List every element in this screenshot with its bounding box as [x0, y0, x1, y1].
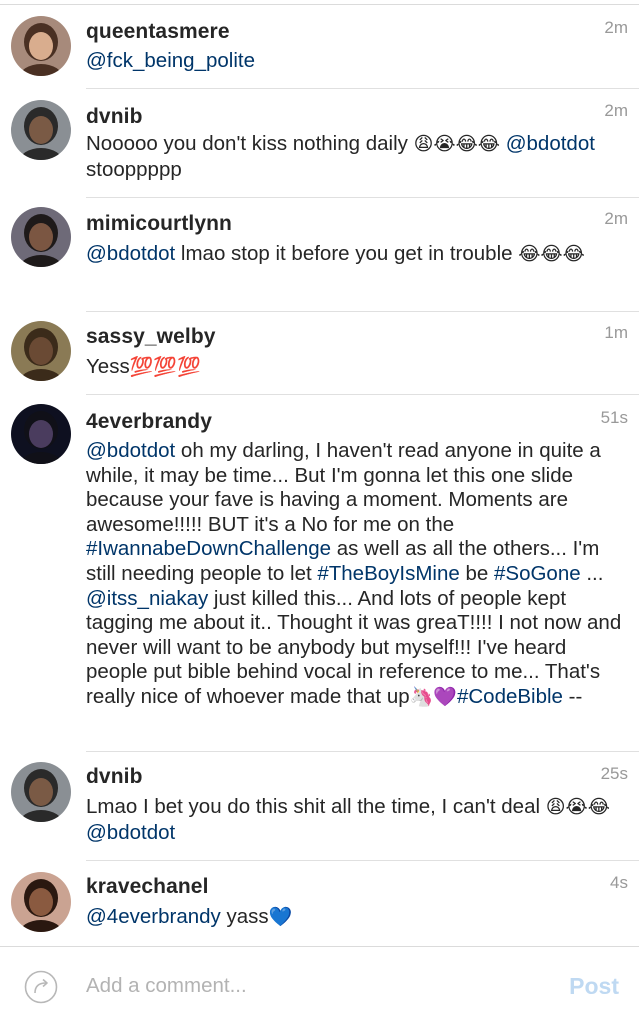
comment-text: Lmao I bet you do this shit all the time…	[86, 795, 626, 845]
comment-timestamp: 2m	[604, 209, 628, 228]
reply-arrow-icon[interactable]	[24, 970, 58, 1004]
comment-text-segment: stooppppp	[86, 157, 182, 181]
avatar-photo	[11, 100, 71, 160]
comment-text-segment: Lmao I bet you do this shit all the time…	[86, 795, 546, 818]
comment-timestamp: 2m	[604, 18, 628, 37]
comment-text-segment: ...	[580, 561, 604, 585]
comment-divider	[86, 197, 639, 198]
comment-username[interactable]: 4everbrandy	[86, 410, 212, 434]
comment-text-segment: Yess	[86, 355, 130, 378]
mention-link[interactable]: @bdotdot	[86, 439, 175, 462]
mention-link[interactable]: @4everbrandy	[86, 905, 221, 928]
avatar-photo	[11, 16, 71, 76]
avatar-photo	[11, 404, 71, 464]
comment-text-segment: lmao stop it before you get in trouble	[175, 242, 519, 265]
avatar[interactable]	[11, 872, 71, 932]
comment-username[interactable]: sassy_welby	[86, 325, 216, 349]
hashtag-link[interactable]: #CodeBible	[457, 685, 563, 708]
comment-divider	[86, 751, 639, 752]
emoji: 💯💯💯	[129, 357, 201, 378]
comment-text: @4everbrandy yass💙	[86, 905, 626, 931]
comment-divider	[86, 88, 639, 89]
post-button[interactable]: Post	[569, 973, 619, 1000]
avatar-photo	[11, 762, 71, 822]
comment-text-segment: --	[562, 684, 583, 708]
comment-timestamp: 1m	[604, 323, 628, 342]
comment-text-segment: be	[459, 561, 494, 585]
comment-timestamp: 25s	[600, 764, 628, 783]
emoji: 😂😂😂	[518, 244, 585, 265]
avatar-photo	[11, 321, 71, 381]
comment-divider	[86, 860, 639, 861]
comment-text: @fck_being_polite	[86, 49, 626, 74]
hashtag-link[interactable]: #SoGone	[494, 562, 581, 585]
mention-link[interactable]: @itss_niakay	[86, 587, 208, 610]
comment-text-segment: Nooooo you don't kiss nothing daily	[86, 132, 414, 155]
comment-input[interactable]	[86, 974, 526, 998]
mention-link[interactable]: @bdotdot	[86, 242, 175, 265]
comment-username[interactable]: dvnib	[86, 765, 143, 789]
comment-username[interactable]: dvnib	[86, 105, 143, 129]
comment-username[interactable]: mimicourtlynn	[86, 212, 232, 236]
comment-text-segment: yass	[220, 905, 269, 928]
emoji: 🦄💜	[409, 686, 457, 708]
avatar[interactable]	[11, 404, 71, 464]
hashtag-link[interactable]: #TheBoyIsMine	[317, 562, 459, 585]
mention-link[interactable]: @bdotdot	[506, 132, 595, 155]
comments-screen: queentasmere 2m @fck_being_politedvnib 2m No…	[0, 0, 639, 1025]
comment-username[interactable]: kravechanel	[86, 875, 209, 899]
comment-timestamp: 4s	[610, 873, 628, 892]
mention-link[interactable]: @bdotdot	[86, 821, 175, 844]
comment-timestamp: 51s	[600, 408, 628, 427]
avatar-photo	[11, 872, 71, 932]
comment-text: Yess💯💯💯	[86, 355, 626, 381]
comment-username[interactable]: queentasmere	[86, 20, 230, 44]
avatar[interactable]	[11, 16, 71, 76]
avatar[interactable]	[11, 100, 71, 160]
avatar[interactable]	[11, 207, 71, 267]
comment-timestamp: 2m	[604, 101, 628, 120]
comment-divider	[86, 311, 639, 312]
avatar-photo	[11, 207, 71, 267]
emoji: 💙	[268, 907, 293, 928]
avatar[interactable]	[11, 321, 71, 381]
mention-link[interactable]: @fck_being_polite	[86, 49, 255, 72]
comment-composer: Post	[0, 946, 639, 1025]
hashtag-link[interactable]: #IwannabeDownChallenge	[86, 537, 331, 560]
comment-text: @bdotdot oh my darling, I haven't read a…	[86, 439, 626, 711]
emoji: 😩😭😂	[545, 797, 610, 818]
comment-text: @bdotdot lmao stop it before you get in …	[86, 242, 626, 268]
top-divider	[0, 4, 639, 5]
comment-divider	[86, 394, 639, 395]
avatar[interactable]	[11, 762, 71, 822]
emoji: 😩😭😂😂	[413, 134, 500, 155]
comment-text: Nooooo you don't kiss nothing daily 😩😭😂😂…	[86, 132, 626, 182]
